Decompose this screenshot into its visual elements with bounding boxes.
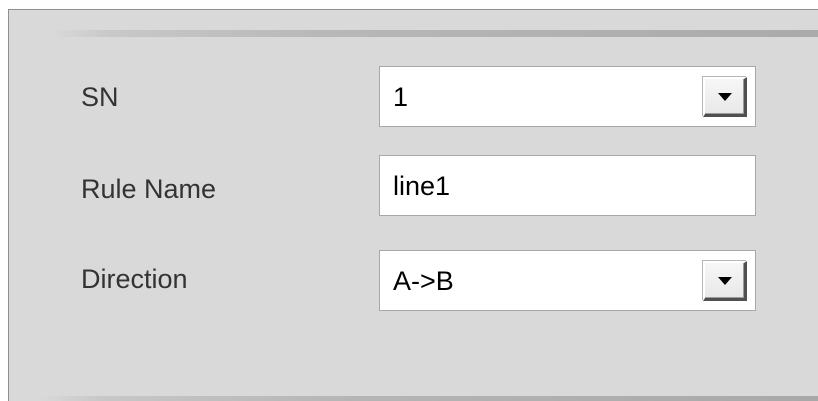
direction-selected-value: A->B (393, 266, 454, 296)
sn-selected-value: 1 (393, 82, 409, 112)
rule-name-label: Rule Name (81, 174, 217, 204)
panel-top-separator (51, 30, 818, 37)
chevron-down-icon (718, 277, 732, 285)
app-frame: SN 1 Rule Name line1 Direction A->B (0, 0, 818, 401)
sn-dropdown-button[interactable] (703, 77, 747, 117)
direction-select[interactable]: A->B (379, 250, 756, 311)
rule-settings-panel: SN 1 Rule Name line1 Direction A->B (8, 9, 818, 401)
direction-dropdown-button[interactable] (703, 261, 747, 301)
direction-label: Direction (81, 264, 188, 294)
sn-label: SN (81, 82, 119, 112)
sn-select[interactable]: 1 (379, 66, 756, 127)
panel-bottom-separator (41, 396, 818, 401)
chevron-down-icon (718, 93, 732, 101)
rule-name-input[interactable]: line1 (379, 155, 756, 216)
rule-name-value: line1 (393, 171, 451, 201)
